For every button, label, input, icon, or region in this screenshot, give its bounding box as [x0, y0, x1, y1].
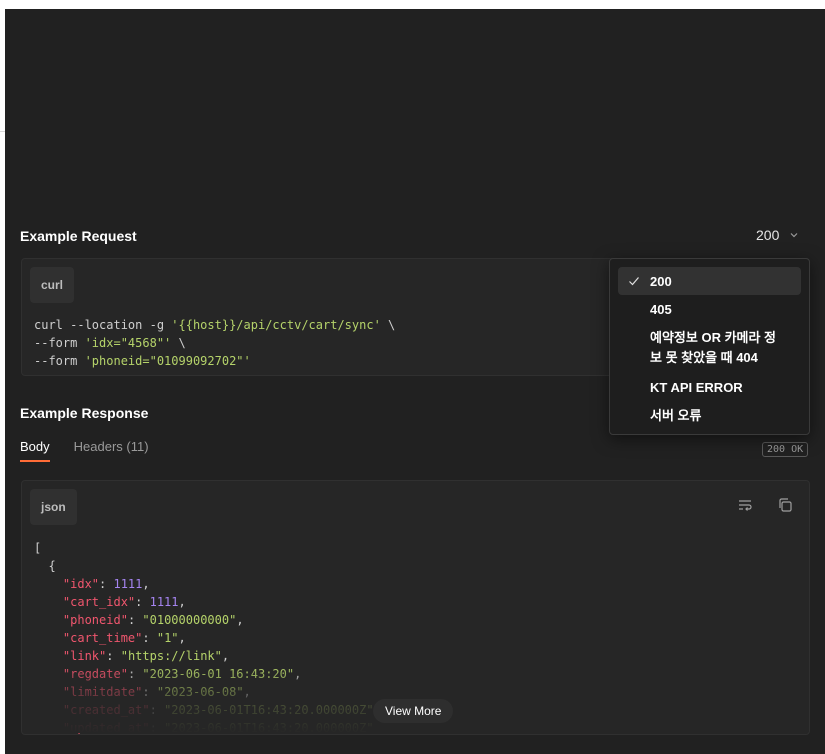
code-token: --form — [34, 354, 85, 368]
code-token: --form — [34, 336, 85, 350]
dropdown-item-label: 서버 오류 — [650, 407, 702, 423]
code-line: --form 'phoneid="01099092702"' — [34, 352, 395, 370]
code-token: : — [127, 613, 143, 627]
code-token: "cart_time" — [62, 631, 143, 645]
dropdown-item-server-error[interactable]: 서버 오류 — [618, 401, 801, 429]
status-selector[interactable]: 200 — [756, 227, 799, 243]
code-line: "phoneid": "01000000000", — [34, 611, 381, 629]
code-line: { — [34, 557, 381, 575]
check-icon — [629, 277, 639, 286]
request-language-chip[interactable]: curl — [30, 267, 75, 303]
code-token: "https://link" — [120, 649, 222, 663]
code-token: 'idx="4568"' — [84, 336, 172, 350]
code-line: "idx": 1111, — [34, 575, 381, 593]
code-token: , — [178, 631, 186, 645]
code-line: --form 'idx="4568"' \ — [34, 334, 395, 352]
code-token: { — [34, 559, 56, 573]
code-token: '{{host}}/api/cctv/cart/sync' — [171, 318, 381, 332]
tab-body[interactable]: Body — [20, 439, 50, 462]
dropdown-item-label: 예약정보 OR 카메라 정보 못 찾았을 때 404 — [650, 330, 777, 365]
code-token: "01000000000" — [142, 613, 237, 627]
copy-icon — [779, 498, 792, 512]
code-line: curl --location -g '{{host}}/api/cctv/ca… — [34, 316, 395, 334]
code-token: , — [221, 649, 230, 663]
code-token: "1" — [156, 631, 179, 645]
response-code-block: json [ { "idx": 1111, "cart_idx": 1111, … — [21, 480, 810, 735]
code-token: : — [142, 631, 157, 645]
code-token: \ — [380, 318, 396, 332]
dropdown-item-label: 200 — [650, 273, 672, 289]
status-badge: 200 OK — [762, 442, 809, 457]
code-line: "cart_time": "1", — [34, 629, 381, 647]
code-token: \ — [171, 336, 186, 350]
code-token: 1111 — [149, 595, 179, 609]
example-response-title: Example Response — [20, 405, 149, 421]
code-line: [ — [34, 539, 381, 557]
tab-headers[interactable]: Headers (11) — [74, 439, 149, 462]
code-token: 'phoneid="01099092702"' — [84, 354, 251, 368]
code-token: , — [142, 577, 150, 591]
code-token: , — [178, 595, 186, 609]
status-selector-value: 200 — [756, 227, 780, 243]
documentation-panel: Example Request 200 curl curl --location… — [5, 9, 825, 754]
code-token: : — [135, 595, 150, 609]
code-token: "link" — [62, 649, 107, 663]
status-dropdown-menu: 200 405 예약정보 OR 카메라 정보 못 찾았을 때 404 KT AP… — [609, 258, 810, 435]
code-token: "idx" — [62, 577, 100, 591]
request-code-text: curl --location -g '{{host}}/api/cctv/ca… — [34, 316, 395, 370]
dropdown-item-200[interactable]: 200 — [618, 267, 801, 295]
example-request-title: Example Request — [20, 228, 137, 244]
code-token: curl --location -g — [34, 318, 172, 332]
code-token: "cart_idx" — [62, 595, 136, 609]
response-language-chip[interactable]: json — [30, 489, 77, 525]
code-token: [ — [34, 541, 42, 555]
code-line: "cart_idx": 1111, — [34, 593, 381, 611]
response-tabs: Body Headers (11) — [20, 439, 149, 462]
code-token: : — [99, 577, 114, 591]
wrap-text-button[interactable] — [733, 493, 757, 517]
dropdown-item-404[interactable]: 예약정보 OR 카메라 정보 못 찾았을 때 404 — [618, 323, 801, 373]
code-token: "phoneid" — [62, 613, 128, 627]
code-token: , — [236, 613, 244, 627]
dropdown-item-label: 405 — [650, 301, 672, 317]
copy-button[interactable] — [773, 493, 797, 517]
code-token: 1111 — [113, 577, 143, 591]
dropdown-item-label: KT API ERROR — [650, 379, 743, 395]
dropdown-item-405[interactable]: 405 — [618, 295, 801, 323]
dropdown-item-kt-api-error[interactable]: KT API ERROR — [618, 373, 801, 401]
chevron-down-icon — [790, 233, 798, 238]
view-more-button[interactable]: View More — [373, 699, 454, 723]
wrap-text-icon — [739, 500, 752, 511]
code-token: : — [106, 649, 121, 663]
